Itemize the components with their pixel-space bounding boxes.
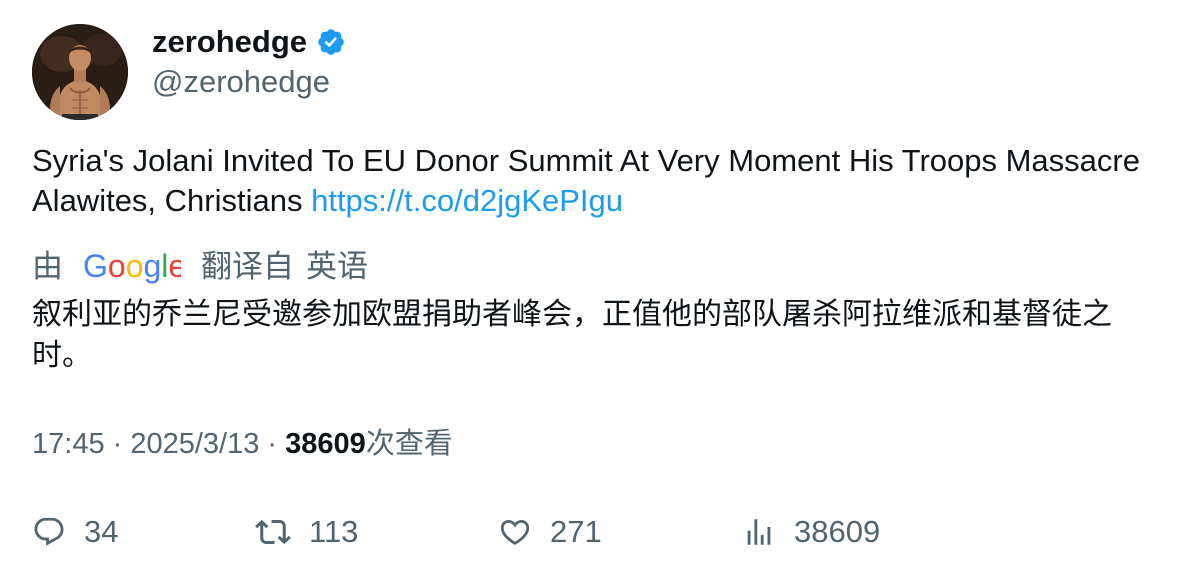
author-handle[interactable]: @zerohedge [152,62,330,102]
bar-chart-icon [742,515,776,549]
author-name-row[interactable]: zerohedge [152,22,346,62]
reply-count: 34 [84,514,119,549]
tweet-date[interactable]: 2025/3/13 [130,428,259,460]
meta-separator: · [104,428,131,460]
translation-by-label: 由 [32,249,63,285]
svg-text:Google: Google [83,249,181,284]
reply-button[interactable]: 34 [32,510,118,554]
tweet-text: Syria's Jolani Invited To EU Donor Summi… [32,141,1162,221]
views-count: 38609 [285,428,366,460]
tweet-link[interactable]: https://t.co/d2jgKePIgu [311,183,623,218]
display-name[interactable]: zerohedge [152,22,307,62]
retweet-button[interactable]: 113 [255,510,358,554]
translation-from-label: 翻译自 [201,249,294,285]
translation-language: 英语 [306,249,368,285]
comment-bubble-icon [32,515,66,549]
avatar[interactable] [32,24,128,120]
views-button[interactable]: 38609 [742,510,880,554]
like-count: 271 [550,514,602,549]
tweet-time[interactable]: 17:45 [32,428,105,460]
translation-attribution: 由 Google 翻译自 英语 [32,246,368,288]
heart-icon [498,515,532,549]
retweet-icon [255,514,291,550]
google-logo-icon: Google [83,249,181,285]
views-action-count: 38609 [794,514,881,549]
translated-text: 叙利亚的乔兰尼受邀参加欧盟捐助者峰会，正值他的部队屠杀阿拉维派和基督徒之时。 [32,297,1112,373]
retweet-count: 113 [309,514,359,549]
profile-photo [32,24,128,120]
like-button[interactable]: 271 [498,510,602,554]
views-label: 次查看 [365,426,453,460]
meta-separator: · [259,428,286,460]
tweet-meta: 17:45 · 2025/3/13 · 38609次查看 [32,423,453,464]
verified-badge-icon[interactable] [316,27,346,57]
